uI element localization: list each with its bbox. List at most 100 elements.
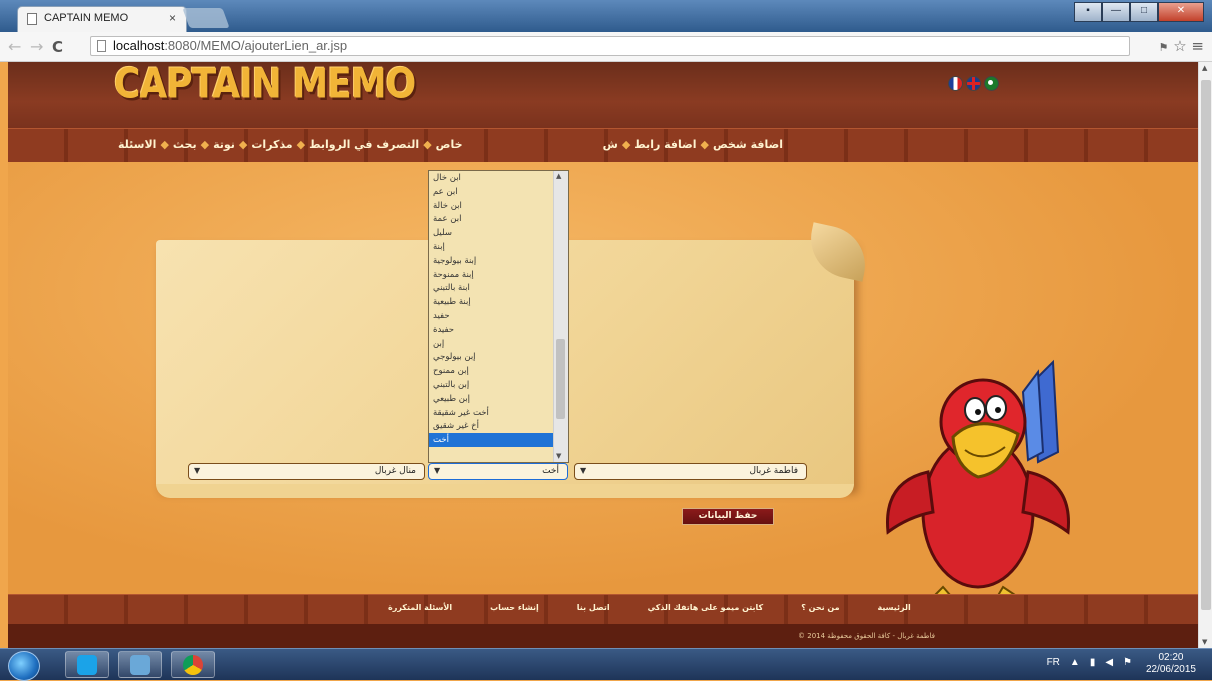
clock-date: 22/06/2015 bbox=[1145, 664, 1196, 675]
dropdown-scroll-thumb[interactable] bbox=[556, 339, 565, 419]
menu-item-add-person[interactable]: اضافة شخص bbox=[713, 138, 783, 151]
menu-item-notes[interactable]: نوتة bbox=[213, 138, 235, 151]
dropdown-option[interactable]: أخت bbox=[429, 433, 555, 447]
window-controls: ▪ — □ ✕ bbox=[1074, 2, 1204, 22]
scroll-up-icon[interactable]: ▲ bbox=[1202, 64, 1207, 72]
browser-tools: ⚑ ☆ ≡ bbox=[1159, 37, 1204, 55]
network-icon[interactable]: ▮ bbox=[1090, 657, 1096, 668]
person-right-select[interactable]: فاطمة غربال ▼ bbox=[574, 463, 807, 480]
footer-link-mobile[interactable]: كابتن ميمو على هاتفك الذكي bbox=[648, 603, 764, 612]
english-flag-icon[interactable] bbox=[966, 76, 981, 91]
content-area: منال غربال ▼ أخت ▼ فاطمة غربال ▼ حفظ الب… bbox=[8, 162, 1198, 609]
person-left-select[interactable]: منال غربال ▼ bbox=[188, 463, 425, 480]
star-icon[interactable]: ☆ bbox=[1173, 37, 1186, 55]
scroll-down-icon[interactable]: ▼ bbox=[556, 452, 561, 460]
scroll-up-icon[interactable]: ▲ bbox=[556, 172, 561, 180]
menu-item-private[interactable]: خاص bbox=[436, 138, 463, 151]
start-button[interactable] bbox=[8, 651, 40, 681]
back-icon[interactable]: ← bbox=[8, 37, 21, 56]
translate-icon[interactable]: ⚑ bbox=[1159, 41, 1169, 54]
restore-icon[interactable]: ▪ bbox=[1074, 2, 1102, 22]
dropdown-option[interactable]: أخت غير شقيقة bbox=[429, 406, 555, 420]
skype-icon bbox=[77, 655, 97, 675]
tab-close-icon[interactable]: × bbox=[169, 11, 176, 25]
dropdown-option[interactable]: ابن خال bbox=[429, 171, 555, 185]
main-menu: الاسئلة ◆ بحث ◆ نوتة ◆ مذكرات ◆ التصرف في ال… bbox=[8, 128, 1198, 164]
menu-right-group: ش ◆ اضافة رابط ◆ اضافة شخص bbox=[602, 138, 783, 151]
dropdown-option[interactable]: ابن خالة bbox=[429, 199, 555, 213]
chevron-down-icon: ▼ bbox=[434, 466, 441, 475]
dropdown-option[interactable]: إبن بيولوجي bbox=[429, 350, 555, 364]
taskbar-virtualbox[interactable] bbox=[118, 651, 162, 678]
menu-left-group: الاسئلة ◆ بحث ◆ نوتة ◆ مذكرات ◆ التصرف في ال… bbox=[118, 138, 463, 151]
site-logo[interactable]: CAPTAIN MEMO bbox=[114, 62, 416, 108]
menu-item-manage-links[interactable]: التصرف في الروابط bbox=[309, 138, 419, 151]
save-button[interactable]: حفظ البيانات bbox=[682, 508, 774, 525]
menu-item-partial[interactable]: ش bbox=[603, 138, 618, 151]
dropdown-option[interactable]: ابن عم bbox=[429, 185, 555, 199]
dropdown-option[interactable]: سليل bbox=[429, 226, 555, 240]
footer-link-contact[interactable]: اتصل بنا bbox=[577, 603, 610, 612]
dropdown-option[interactable]: إبنة طبيعية bbox=[429, 295, 555, 309]
dropdown-option[interactable]: إبن bbox=[429, 337, 555, 351]
dropdown-option[interactable]: إبن طبيعي bbox=[429, 392, 555, 406]
relation-dropdown-list[interactable]: ابن خال ابن عم ابن خالة ابن عمة سليل إبنة إبنة… bbox=[428, 170, 569, 463]
dropdown-option[interactable]: إبنة بيولوجية bbox=[429, 254, 555, 268]
new-tab-button[interactable] bbox=[182, 8, 230, 28]
footer-link-faq[interactable]: الأسئلة المتكررة bbox=[388, 603, 452, 612]
web-page: CAPTAIN MEMO الاسئلة ◆ بحث ◆ نوتة ◆ مذكرات ◆… bbox=[8, 62, 1198, 648]
arabic-flag-icon[interactable] bbox=[984, 76, 999, 91]
footer-links: الرئيسية من نحن ؟ كابتن ميمو على هاتفك ا… bbox=[388, 603, 911, 612]
menu-icon[interactable]: ≡ bbox=[1191, 37, 1204, 55]
scroll-down-icon[interactable]: ▼ bbox=[1202, 638, 1207, 646]
french-flag-icon[interactable] bbox=[948, 76, 963, 91]
dropdown-option[interactable]: إبنة bbox=[429, 240, 555, 254]
page-scroll-thumb[interactable] bbox=[1201, 80, 1211, 610]
minimize-icon[interactable]: — bbox=[1102, 2, 1130, 22]
forward-icon[interactable]: → bbox=[30, 37, 43, 56]
footer-link-home[interactable]: الرئيسية bbox=[878, 603, 911, 612]
close-window-icon[interactable]: ✕ bbox=[1158, 2, 1204, 22]
url-text: localhost:8080/MEMO/ajouterLien_ar.jsp bbox=[113, 38, 348, 53]
dropdown-option[interactable]: ابنة بالتبني bbox=[429, 281, 555, 295]
page-scrollbar[interactable]: ▲ ▼ bbox=[1198, 62, 1212, 648]
dropdown-option[interactable]: ابن عمة bbox=[429, 212, 555, 226]
dropdown-option[interactable]: حفيدة bbox=[429, 323, 555, 337]
tray-expand-icon[interactable]: ▲ bbox=[1070, 657, 1080, 668]
footer-menu: الرئيسية من نحن ؟ كابتن ميمو على هاتفك ا… bbox=[8, 594, 1198, 625]
system-tray: FR ▲ ▮ ◀ ⚑ bbox=[1047, 657, 1132, 668]
browser-tab[interactable]: CAPTAIN MEMO × bbox=[17, 6, 187, 32]
dropdown-option[interactable]: حفيد bbox=[429, 309, 555, 323]
footer-link-signup[interactable]: إنشاء حساب bbox=[490, 603, 539, 612]
reload-icon[interactable]: C bbox=[52, 38, 63, 56]
clock-time: 02:20 bbox=[1158, 652, 1184, 663]
menu-item-add-link[interactable]: اضافة رابط bbox=[634, 138, 696, 151]
windows-taskbar: FR ▲ ▮ ◀ ⚑ 02:20 22/06/2015 bbox=[0, 648, 1212, 681]
tab-title: CAPTAIN MEMO bbox=[44, 12, 129, 24]
maximize-icon[interactable]: □ bbox=[1130, 2, 1158, 22]
chevron-down-icon: ▼ bbox=[580, 466, 587, 475]
language-indicator[interactable]: FR bbox=[1047, 657, 1060, 668]
taskbar-clock[interactable]: 02:20 22/06/2015 bbox=[1146, 652, 1196, 676]
copyright-text: فاطمة غربال - كافة الحقوق محفوظة 2014 © bbox=[798, 632, 935, 640]
taskbar-chrome[interactable] bbox=[171, 651, 215, 678]
browser-navbar: ← → C localhost:8080/MEMO/ajouterLien_ar… bbox=[0, 32, 1212, 62]
relation-select[interactable]: أخت ▼ bbox=[428, 463, 568, 480]
menu-item-search[interactable]: بحث bbox=[173, 138, 197, 151]
menu-item-memos[interactable]: مذكرات bbox=[251, 138, 292, 151]
page-icon bbox=[27, 13, 37, 25]
action-center-icon[interactable]: ⚑ bbox=[1123, 657, 1132, 668]
dropdown-option[interactable]: إبن ممنوح bbox=[429, 364, 555, 378]
volume-icon[interactable]: ◀ bbox=[1105, 657, 1113, 668]
menu-item-questions[interactable]: الاسئلة bbox=[118, 138, 156, 151]
footer-link-about[interactable]: من نحن ؟ bbox=[801, 603, 839, 612]
site-header: CAPTAIN MEMO bbox=[8, 62, 1198, 128]
dropdown-scrollbar[interactable]: ▲ ▼ bbox=[553, 171, 568, 462]
dropdown-option[interactable]: إبنة ممنوحة bbox=[429, 268, 555, 282]
language-flags bbox=[948, 76, 999, 91]
footer-bottom: فاطمة غربال - كافة الحقوق محفوظة 2014 © bbox=[8, 624, 1198, 648]
dropdown-option[interactable]: أخ غير شقيق bbox=[429, 419, 555, 433]
taskbar-skype[interactable] bbox=[65, 651, 109, 678]
dropdown-option[interactable]: إبن بالتبني bbox=[429, 378, 555, 392]
address-bar[interactable]: localhost:8080/MEMO/ajouterLien_ar.jsp bbox=[90, 36, 1130, 56]
